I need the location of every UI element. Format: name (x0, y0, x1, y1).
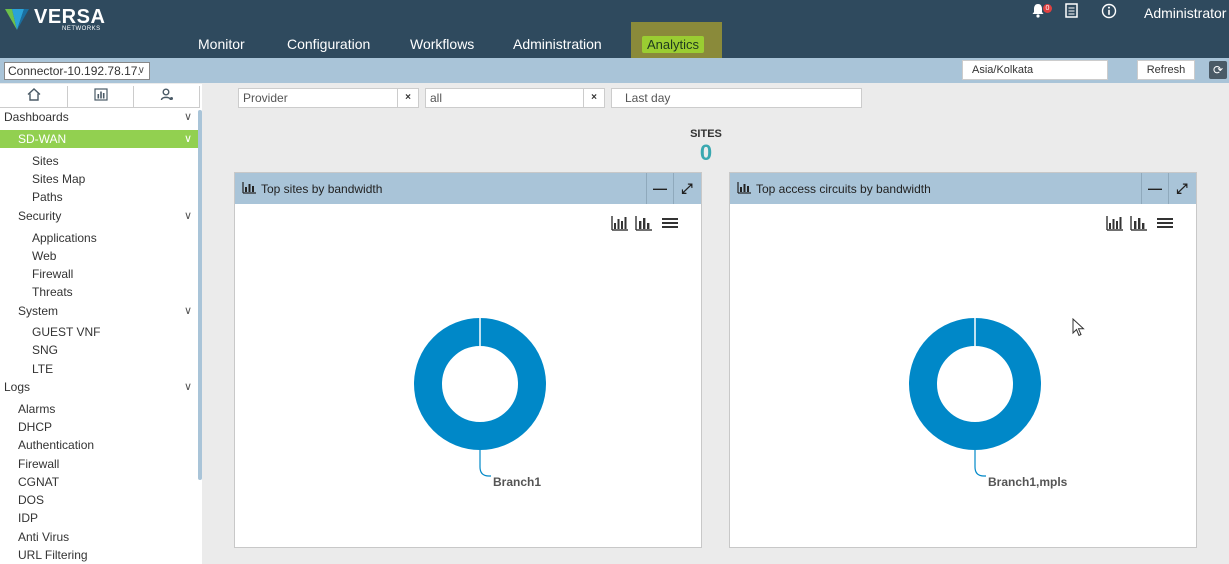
donut-chart[interactable] (413, 317, 547, 477)
donut-chart[interactable] (908, 317, 1042, 477)
brand-sub: NETWORKS (62, 26, 101, 32)
sidebar-item-label: Dashboards (4, 110, 69, 124)
chevron-down-icon: ∨ (183, 133, 192, 145)
document-icon[interactable] (1065, 3, 1078, 22)
nav-analytics[interactable]: Analytics (642, 36, 705, 53)
sites-count[interactable]: 0 (680, 140, 732, 166)
sidebar-item-cgnat[interactable]: CGNAT (0, 473, 198, 491)
nav-administration[interactable]: Administration (513, 36, 602, 52)
donut-slice[interactable] (414, 318, 546, 450)
bar-chart-icon (737, 182, 751, 194)
label-connector (479, 450, 491, 477)
sidebar-item-anti-virus[interactable]: Anti Virus (0, 528, 198, 546)
bar-chart-icon[interactable] (635, 215, 653, 231)
sidebar-item-dhcp[interactable]: DHCP (0, 418, 198, 436)
sidebar-item-label: SD-WAN (18, 132, 67, 146)
panel-header: Top sites by bandwidth — ⤢ (235, 173, 701, 204)
sidebar-item-logs-firewall[interactable]: Firewall (0, 455, 198, 473)
sidebar-item-label: System (18, 304, 59, 318)
sidebar-item-sng[interactable]: SNG (0, 341, 198, 359)
chevron-down-icon: ∨ (183, 381, 192, 393)
provider-clear-button[interactable]: × (397, 88, 419, 108)
provider-filter[interactable]: Provider (238, 88, 398, 108)
sidebar-item-sd-wan[interactable]: SD-WAN ∨ (0, 130, 198, 148)
slice-label: Branch1 (493, 475, 542, 489)
sidebar-item-sites-map[interactable]: Sites Map (0, 170, 198, 188)
sidebar-item-paths[interactable]: Paths (0, 188, 198, 206)
sidebar-item-dashboards[interactable]: Dashboards ∨ (0, 108, 198, 126)
sidebar-item-lte[interactable]: LTE (0, 360, 198, 378)
bar-chart-icon (242, 182, 256, 194)
sidebar-item-idp[interactable]: IDP (0, 509, 198, 527)
column-chart-icon[interactable] (1106, 215, 1124, 231)
sidebar-item-authentication[interactable]: Authentication (0, 436, 198, 454)
panel-top-access-circuits: Top access circuits by bandwidth — ⤢ Bra… (729, 172, 1197, 548)
nav-configuration[interactable]: Configuration (287, 36, 370, 52)
sidebar-tabs (0, 86, 200, 108)
sidebar-item-label: Logs (4, 380, 31, 394)
panel-top-sites: Top sites by bandwidth — ⤢ Branch1 (234, 172, 702, 548)
sidebar: Dashboards ∨ SD-WAN ∨ Sites Sites Map Path… (0, 84, 202, 564)
sidebar-item-security[interactable]: Security ∨ (0, 207, 198, 225)
menu-icon[interactable] (1156, 215, 1174, 231)
nav-workflows[interactable]: Workflows (410, 36, 474, 52)
sub-bar: Connector-10.192.78.17. ∨ Asia/Kolkata R… (0, 58, 1229, 83)
bar-chart-icon[interactable] (1130, 215, 1148, 231)
home-icon (27, 88, 40, 101)
sidebar-item-dos[interactable]: DOS (0, 491, 198, 509)
menu-icon[interactable] (661, 215, 679, 231)
sidebar-item-url-filtering[interactable]: URL Filtering (0, 546, 198, 564)
sites-label: SITES (690, 128, 722, 140)
sidebar-item-sites[interactable]: Sites (0, 152, 198, 170)
panel-title: Top sites by bandwidth (261, 182, 383, 196)
refresh-button[interactable]: Refresh (1137, 60, 1195, 80)
notification-badge: 0 (1043, 4, 1052, 13)
panel-header: Top access circuits by bandwidth — ⤢ (730, 173, 1196, 204)
connector-select[interactable]: Connector-10.192.78.17. ∨ (4, 62, 150, 80)
sidebar-item-label: Security (18, 209, 62, 223)
slice-label: Branch1,mpls (988, 475, 1068, 489)
sidebar-scrollbar[interactable] (198, 110, 202, 480)
user-icon (160, 88, 173, 101)
chevron-down-icon: ∨ (183, 305, 192, 317)
top-bar: VERSA NETWORKS Monitor Configuration Wor… (0, 0, 1229, 65)
tab-charts[interactable] (68, 86, 134, 108)
panel-title: Top access circuits by bandwidth (756, 182, 931, 196)
sidebar-item-web[interactable]: Web (0, 247, 198, 265)
minimize-button[interactable]: — (1141, 173, 1168, 204)
sidebar-item-system[interactable]: System ∨ (0, 302, 198, 320)
sidebar-item-firewall[interactable]: Firewall (0, 265, 198, 283)
time-range-filter[interactable]: Last day (611, 88, 862, 108)
sidebar-item-guest-vnf[interactable]: GUEST VNF (0, 323, 198, 341)
scope-filter[interactable]: all (425, 88, 584, 108)
scope-clear-button[interactable]: × (583, 88, 605, 108)
mouse-cursor-icon (1072, 318, 1085, 337)
expand-icon[interactable]: ⤢ (673, 173, 700, 204)
sidebar-item-alarms[interactable]: Alarms (0, 400, 198, 418)
versa-logo[interactable]: VERSA NETWORKS (4, 4, 105, 34)
bar-chart-icon (93, 88, 108, 101)
connector-value: Connector-10.192.78.17. (8, 64, 141, 78)
expand-icon[interactable]: ⤢ (1168, 173, 1195, 204)
chevron-down-icon: ∨ (183, 210, 192, 222)
tab-home[interactable] (0, 86, 68, 108)
tab-users[interactable] (134, 86, 200, 108)
donut-slice[interactable] (909, 318, 1041, 450)
nav-monitor[interactable]: Monitor (198, 36, 245, 52)
column-chart-icon[interactable] (611, 215, 629, 231)
sidebar-item-logs[interactable]: Logs ∨ (0, 378, 198, 396)
chevron-down-icon: ∨ (137, 65, 145, 76)
info-icon[interactable] (1101, 3, 1117, 23)
user-menu[interactable]: Administrator ∨ (1144, 5, 1229, 21)
chevron-down-icon: ∨ (183, 111, 192, 123)
timezone-field[interactable]: Asia/Kolkata (962, 60, 1108, 80)
sync-icon[interactable]: ⟳ (1209, 61, 1227, 79)
sidebar-item-applications[interactable]: Applications (0, 229, 198, 247)
versa-logo-icon (5, 9, 29, 30)
user-name: Administrator (1144, 5, 1227, 21)
minimize-button[interactable]: — (646, 173, 673, 204)
label-connector (974, 450, 986, 477)
sidebar-item-threats[interactable]: Threats (0, 283, 198, 301)
